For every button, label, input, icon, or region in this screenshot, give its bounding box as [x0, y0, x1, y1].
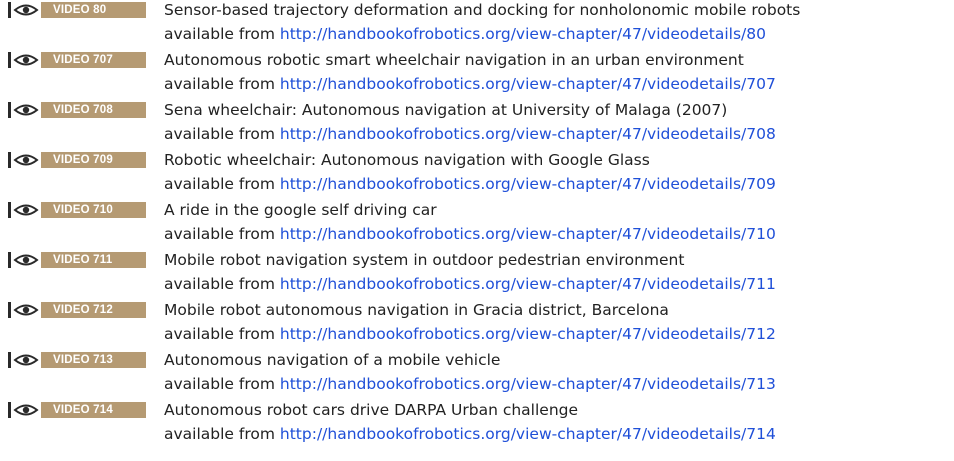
video-link[interactable]: http://handbookofrobotics.org/view-chapt…	[280, 275, 776, 293]
video-entry: VIDEO 712 Mobile robot autonomous naviga…	[8, 300, 948, 350]
video-title: Robotic wheelchair: Autonomous navigatio…	[164, 151, 650, 169]
video-badge-label: VIDEO 711	[41, 252, 146, 268]
video-title: Autonomous robotic smart wheelchair navi…	[164, 51, 744, 69]
eye-icon	[11, 352, 41, 368]
video-entry: VIDEO 80 Sensor-based trajectory deforma…	[8, 0, 948, 50]
video-entry: VIDEO 708 Sena wheelchair: Autonomous na…	[8, 100, 948, 150]
video-availability: available from http://handbookofrobotics…	[164, 224, 776, 244]
video-availability: available from http://handbookofrobotics…	[164, 274, 776, 294]
video-title: Sensor-based trajectory deformation and …	[164, 1, 801, 19]
video-availability: available from http://handbookofrobotics…	[164, 324, 776, 344]
video-entry: VIDEO 710 A ride in the google self driv…	[8, 200, 948, 250]
video-availability: available from http://handbookofrobotics…	[164, 374, 776, 394]
video-availability: available from http://handbookofrobotics…	[164, 424, 776, 444]
video-title: Mobile robot navigation system in outdoo…	[164, 251, 685, 269]
video-link[interactable]: http://handbookofrobotics.org/view-chapt…	[280, 425, 776, 443]
video-availability: available from http://handbookofrobotics…	[164, 174, 776, 194]
video-badge[interactable]: VIDEO 709	[8, 152, 146, 168]
video-badge[interactable]: VIDEO 710	[8, 202, 146, 218]
available-from-label: available from	[164, 75, 275, 93]
video-link[interactable]: http://handbookofrobotics.org/view-chapt…	[280, 225, 776, 243]
eye-icon	[11, 2, 41, 18]
video-badge-label: VIDEO 712	[41, 302, 146, 318]
video-badge-label: VIDEO 707	[41, 52, 146, 68]
video-badge[interactable]: VIDEO 712	[8, 302, 146, 318]
video-entry: VIDEO 709 Robotic wheelchair: Autonomous…	[8, 150, 948, 200]
eye-icon	[11, 252, 41, 268]
video-badge-label: VIDEO 713	[41, 352, 146, 368]
video-link[interactable]: http://handbookofrobotics.org/view-chapt…	[280, 75, 776, 93]
video-badge-label: VIDEO 710	[41, 202, 146, 218]
video-title: A ride in the google self driving car	[164, 201, 437, 219]
video-badge-label: VIDEO 80	[41, 2, 146, 18]
video-availability: available from http://handbookofrobotics…	[164, 74, 776, 94]
video-badge[interactable]: VIDEO 80	[8, 2, 146, 18]
video-badge[interactable]: VIDEO 711	[8, 252, 146, 268]
available-from-label: available from	[164, 325, 275, 343]
eye-icon	[11, 52, 41, 68]
video-list: VIDEO 80 Sensor-based trajectory deforma…	[8, 0, 948, 450]
video-availability: available from http://handbookofrobotics…	[164, 124, 776, 144]
available-from-label: available from	[164, 225, 275, 243]
available-from-label: available from	[164, 125, 275, 143]
video-title: Sena wheelchair: Autonomous navigation a…	[164, 101, 728, 119]
available-from-label: available from	[164, 25, 275, 43]
video-badge[interactable]: VIDEO 707	[8, 52, 146, 68]
video-badge-label: VIDEO 709	[41, 152, 146, 168]
available-from-label: available from	[164, 275, 275, 293]
eye-icon	[11, 202, 41, 218]
video-entry: VIDEO 707 Autonomous robotic smart wheel…	[8, 50, 948, 100]
eye-icon	[11, 402, 41, 418]
video-badge-label: VIDEO 714	[41, 402, 146, 418]
eye-icon	[11, 152, 41, 168]
video-link[interactable]: http://handbookofrobotics.org/view-chapt…	[280, 375, 776, 393]
video-entry: VIDEO 711 Mobile robot navigation system…	[8, 250, 948, 300]
video-title: Mobile robot autonomous navigation in Gr…	[164, 301, 669, 319]
video-badge[interactable]: VIDEO 713	[8, 352, 146, 368]
video-link[interactable]: http://handbookofrobotics.org/view-chapt…	[280, 25, 766, 43]
available-from-label: available from	[164, 425, 275, 443]
video-badge[interactable]: VIDEO 708	[8, 102, 146, 118]
video-availability: available from http://handbookofrobotics…	[164, 24, 766, 44]
eye-icon	[11, 302, 41, 318]
video-title: Autonomous robot cars drive DARPA Urban …	[164, 401, 579, 419]
available-from-label: available from	[164, 375, 275, 393]
video-badge[interactable]: VIDEO 714	[8, 402, 146, 418]
available-from-label: available from	[164, 175, 275, 193]
video-entry: VIDEO 714 Autonomous robot cars drive DA…	[8, 400, 948, 450]
video-entry: VIDEO 713 Autonomous navigation of a mob…	[8, 350, 948, 400]
video-link[interactable]: http://handbookofrobotics.org/view-chapt…	[280, 175, 776, 193]
eye-icon	[11, 102, 41, 118]
video-title: Autonomous navigation of a mobile vehicl…	[164, 351, 501, 369]
video-badge-label: VIDEO 708	[41, 102, 146, 118]
video-link[interactable]: http://handbookofrobotics.org/view-chapt…	[280, 325, 776, 343]
video-link[interactable]: http://handbookofrobotics.org/view-chapt…	[280, 125, 776, 143]
